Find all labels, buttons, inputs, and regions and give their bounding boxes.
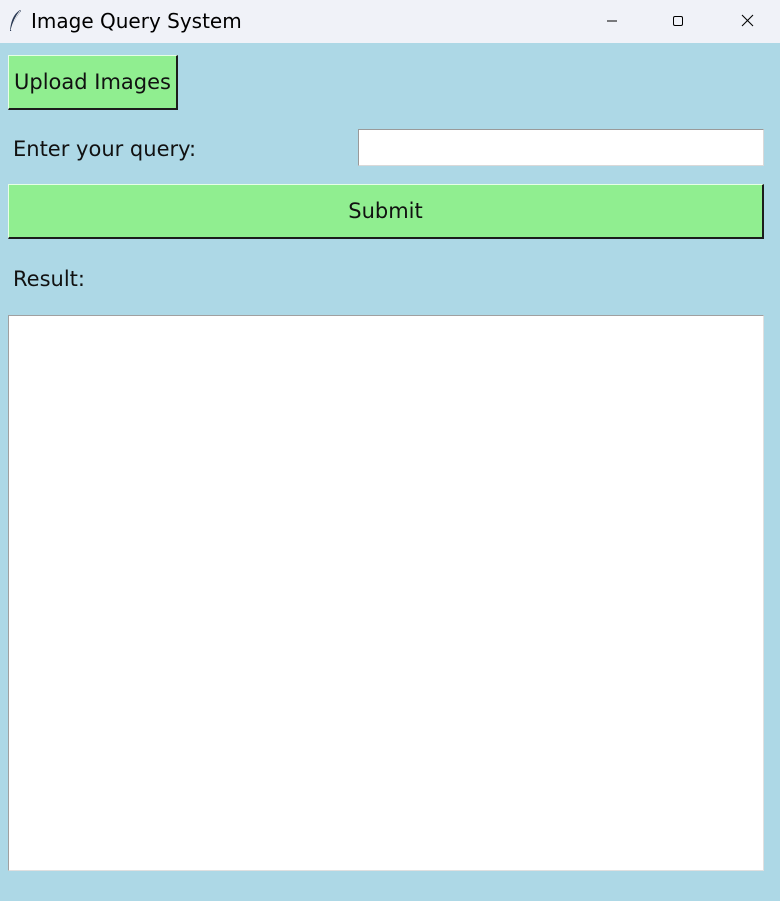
close-icon [741, 12, 754, 31]
main-panel: Upload Images Enter your query: Submit R… [0, 43, 780, 901]
close-button[interactable] [714, 0, 780, 43]
minimize-icon [606, 12, 618, 31]
minimize-button[interactable] [579, 0, 645, 43]
window-titlebar[interactable]: Image Query System [0, 0, 780, 43]
maximize-icon [672, 12, 684, 31]
query-label: Enter your query: [13, 137, 197, 161]
result-label: Result: [13, 267, 85, 291]
result-textarea[interactable] [8, 315, 764, 871]
feather-icon [8, 9, 22, 33]
maximize-button[interactable] [645, 0, 711, 43]
upload-images-button[interactable]: Upload Images [8, 55, 178, 110]
window-title: Image Query System [31, 9, 242, 33]
submit-button[interactable]: Submit [8, 184, 764, 239]
query-input[interactable] [358, 129, 764, 166]
